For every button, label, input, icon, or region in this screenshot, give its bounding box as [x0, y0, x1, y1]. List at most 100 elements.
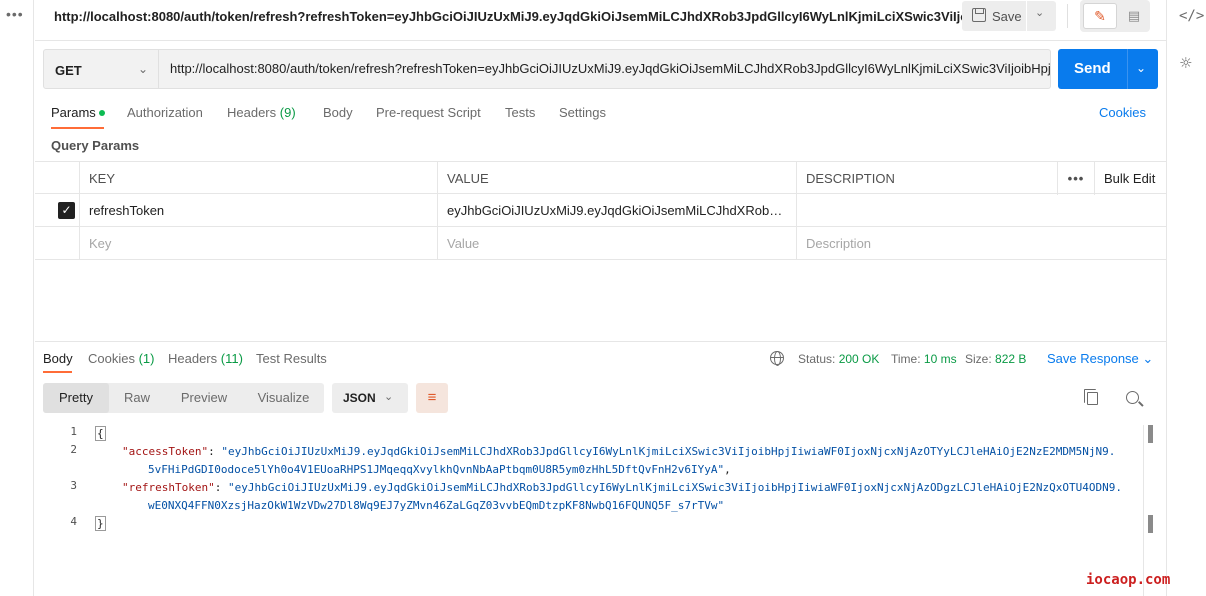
bulk-edit-button[interactable]: Bulk Edit [1094, 162, 1166, 195]
tab-tests[interactable]: Tests [505, 105, 535, 120]
format-value: JSON [343, 391, 376, 405]
new-value-input[interactable]: Value [437, 227, 796, 260]
json-comma: , [724, 463, 731, 476]
close-brace: } [95, 516, 106, 531]
chevron-down-icon: ⌄ [384, 391, 394, 403]
bracket-match-marker [1148, 425, 1153, 443]
floppy-disk-icon [972, 8, 986, 22]
send-label: Send [1074, 60, 1111, 77]
chevron-down-icon[interactable]: ⌄ [1035, 6, 1044, 19]
response-tab-headers[interactable]: Headers (11) [168, 351, 243, 366]
view-raw-button[interactable]: Raw [109, 383, 165, 413]
code-line: "accessToken": "eyJhbGciOiJIUzUxMiJ9.eyJ… [122, 443, 1115, 461]
column-description-header: DESCRIPTION [796, 162, 1057, 195]
chevron-down-icon: ⌄ [137, 62, 148, 76]
new-description-input[interactable]: Description [796, 227, 1166, 260]
view-visualize-button[interactable]: Visualize [243, 383, 324, 413]
tab-body[interactable]: Body [323, 105, 353, 120]
divider [35, 40, 1166, 41]
code-snippet-icon[interactable]: </> [1179, 8, 1204, 24]
view-pretty-button[interactable]: Pretty [43, 383, 109, 413]
response-divider[interactable] [35, 341, 1166, 342]
params-active-dot [98, 109, 105, 116]
line-number: 4 [70, 515, 77, 528]
headers-count: (9) [279, 105, 296, 120]
json-string: wE0NXQ4FFN0XzsjHazOkW1WzVDw27Dl8Wq9EJ7yZ… [148, 499, 725, 512]
mode-toggle: ✎ ▤ [1080, 0, 1150, 32]
globe-icon[interactable] [770, 351, 784, 366]
code-line-wrap: 5vFHiPdGDI0odoce5lYh0o4V1EUoaRHPS1JMqeqq… [148, 461, 731, 479]
json-string: "eyJhbGciOiJIUzUxMiJ9.eyJqdGkiOiJsemMiLC… [227, 481, 1123, 494]
response-tab-indicator [43, 371, 72, 373]
tab-params[interactable]: Params [51, 105, 105, 120]
response-tab-body[interactable]: Body [43, 351, 73, 366]
chevron-down-icon: ⌄ [1142, 351, 1154, 366]
time-value: 10 ms [923, 352, 957, 366]
response-cookies-count: (1) [138, 351, 155, 366]
code-line: { [95, 425, 106, 443]
tab-pre-request-script[interactable]: Pre-request Script [376, 105, 481, 120]
json-key: "refreshToken" [122, 481, 215, 494]
bracket-match-marker [1148, 515, 1153, 533]
save-separator [1026, 1, 1027, 31]
request-title-url[interactable]: http://localhost:8080/auth/token/refresh… [54, 9, 979, 24]
chevron-down-icon[interactable]: ⌄ [1136, 61, 1146, 75]
tab-settings[interactable]: Settings [559, 105, 606, 120]
more-dots-icon[interactable]: ••• [6, 6, 24, 22]
wrap-lines-icon[interactable]: ≡ [416, 383, 448, 413]
pencil-icon[interactable]: ✎ [1083, 3, 1117, 29]
status-readout[interactable]: Status: 200 OK [798, 352, 879, 366]
send-button[interactable]: Send ⌄ [1058, 49, 1158, 89]
response-tab-test-results[interactable]: Test Results [256, 351, 327, 366]
param-value-cell[interactable]: eyJhbGciOiJIUzUxMiJ9.eyJqdGkiOiJsemMiLCJ… [437, 194, 796, 227]
response-headers-label: Headers [168, 351, 218, 366]
json-key: "accessToken" [122, 445, 209, 458]
tab-authorization[interactable]: Authorization [127, 105, 203, 120]
table-header-row: KEY VALUE DESCRIPTION ••• Bulk Edit [35, 161, 1166, 195]
lightbulb-icon[interactable]: ☼ [1179, 54, 1192, 72]
line-number: 2 [70, 443, 77, 456]
open-brace: { [95, 426, 106, 441]
query-params-table: KEY VALUE DESCRIPTION ••• Bulk Edit ✓ re… [35, 161, 1166, 261]
status-value: 200 OK [838, 352, 880, 366]
column-key-header: KEY [79, 162, 437, 195]
json-colon: : [208, 445, 222, 458]
response-cookies-label: Cookies [88, 351, 135, 366]
search-icon[interactable] [1126, 391, 1139, 404]
copy-icon[interactable] [1084, 389, 1098, 405]
tab-headers[interactable]: Headers (9) [227, 105, 296, 120]
code-line: } [95, 515, 106, 533]
save-response-button[interactable]: Save Response ⌄ [1047, 351, 1153, 367]
editor-gutter-line [1143, 425, 1144, 596]
send-separator [1127, 49, 1128, 89]
save-response-label: Save Response [1047, 351, 1139, 366]
json-string: "eyJhbGciOiJIUzUxMiJ9.eyJqdGkiOiJsemMiLC… [221, 445, 1116, 458]
url-input[interactable]: http://localhost:8080/auth/token/refresh… [159, 49, 1051, 89]
cookies-link[interactable]: Cookies [1099, 105, 1146, 120]
save-button[interactable]: Save ⌄ [962, 1, 1056, 31]
response-headers-count: (11) [220, 351, 243, 366]
comment-icon[interactable]: ▤ [1123, 4, 1145, 28]
row-enabled-checkbox[interactable]: ✓ [58, 202, 75, 219]
column-value-header: VALUE [437, 162, 796, 195]
size-value: 822 B [995, 352, 1027, 366]
json-string: 5vFHiPdGDI0odoce5lYh0o4V1EUoaRHPS1JMqeqq… [148, 463, 725, 476]
method-select[interactable]: GET ⌄ [43, 49, 159, 89]
new-key-input[interactable]: Key [79, 227, 437, 260]
time-readout[interactable]: Time: 10 ms [891, 352, 957, 366]
tab-headers-label: Headers [227, 105, 277, 120]
code-line-wrap: wE0NXQ4FFN0XzsjHazOkW1WzVDw27Dl8Wq9EJ7yZ… [148, 497, 724, 515]
param-key-cell[interactable]: refreshToken [79, 194, 437, 227]
save-label: Save [992, 9, 1022, 24]
right-sidebar: </> ☼ [1166, 0, 1206, 596]
watermark: iocaop.com [1086, 572, 1171, 588]
response-tab-cookies[interactable]: Cookies (1) [88, 351, 154, 366]
format-select[interactable]: JSON ⌄ [332, 383, 408, 413]
size-readout[interactable]: Size: 822 B [965, 352, 1026, 366]
title-row: http://localhost:8080/auth/token/refresh… [35, 0, 1166, 34]
toolbar-divider [1067, 4, 1068, 28]
param-description-cell[interactable] [796, 194, 1166, 227]
request-workspace: http://localhost:8080/auth/token/refresh… [35, 0, 1166, 596]
column-options-button[interactable]: ••• [1057, 162, 1094, 195]
view-preview-button[interactable]: Preview [165, 383, 243, 413]
